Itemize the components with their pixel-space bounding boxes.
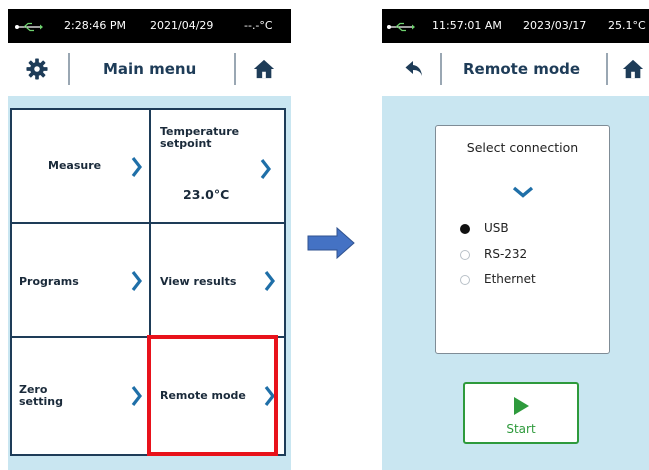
title-separator xyxy=(68,53,70,85)
status-bar: 11:57:01 AM 2023/03/17 25.1°C xyxy=(382,9,649,43)
select-connection-panel: Select connection USB RS-232 Ethernet xyxy=(435,125,610,354)
status-time: 2:28:46 PM xyxy=(64,19,127,32)
measure-tile[interactable]: Measure xyxy=(10,108,151,224)
title-bar: Main menu xyxy=(8,43,291,96)
title-bar: Remote mode xyxy=(382,43,649,96)
usb-icon xyxy=(387,22,415,32)
tile-label: Programs xyxy=(19,275,79,288)
radio-button[interactable] xyxy=(460,224,470,234)
option-label: RS-232 xyxy=(484,247,528,261)
tile-label: Temperature setpoint xyxy=(160,125,240,150)
chevron-right-icon xyxy=(260,159,271,179)
status-temperature: 25.1°C xyxy=(608,19,646,32)
radio-button[interactable] xyxy=(460,250,470,260)
programs-tile[interactable]: Programs xyxy=(10,222,151,338)
tile-label: View results xyxy=(160,275,237,288)
start-label: Start xyxy=(506,422,536,436)
status-bar: 2:28:46 PM 2021/04/29 --.-°C xyxy=(8,9,291,43)
start-button[interactable]: Start xyxy=(463,382,579,444)
chevron-right-icon xyxy=(131,386,142,406)
status-date: 2023/03/17 xyxy=(523,19,587,32)
tile-label: Measure xyxy=(48,159,102,172)
chevron-right-icon xyxy=(131,271,142,291)
title-separator xyxy=(440,53,442,85)
radio-button[interactable] xyxy=(460,275,470,285)
page-title: Main menu xyxy=(103,60,197,78)
chevron-right-icon xyxy=(264,271,275,291)
status-temperature: --.-°C xyxy=(244,19,273,32)
title-separator xyxy=(606,53,608,85)
right-arrow-icon xyxy=(307,226,355,260)
back-arrow-icon[interactable] xyxy=(404,59,424,79)
status-time: 11:57:01 AM xyxy=(432,19,502,32)
home-icon[interactable] xyxy=(622,58,644,80)
temperature-setpoint-tile[interactable]: Temperature setpoint 23.0°C xyxy=(149,108,286,224)
temperature-setpoint-value: 23.0°C xyxy=(183,187,230,202)
chevron-right-icon xyxy=(131,157,142,177)
option-label: Ethernet xyxy=(484,272,536,286)
status-date: 2021/04/29 xyxy=(150,19,214,32)
main-menu-screen: 2:28:46 PM 2021/04/29 --.-°C Main menu M… xyxy=(8,9,291,470)
select-connection-heading: Select connection xyxy=(466,140,579,155)
gear-icon[interactable] xyxy=(26,58,48,80)
play-icon xyxy=(514,397,529,415)
usb-icon xyxy=(15,22,43,32)
title-separator xyxy=(234,53,236,85)
home-icon[interactable] xyxy=(253,58,275,80)
chevron-down-icon[interactable] xyxy=(512,186,534,198)
tile-label: Zero setting xyxy=(19,383,63,408)
option-label: USB xyxy=(484,221,509,235)
page-title: Remote mode xyxy=(463,60,581,78)
view-results-tile[interactable]: View results xyxy=(149,222,286,338)
zero-setting-tile[interactable]: Zero setting xyxy=(10,336,151,456)
remote-mode-screen: 11:57:01 AM 2023/03/17 25.1°C Remote mod… xyxy=(382,9,649,470)
remote-mode-highlight xyxy=(147,335,278,456)
